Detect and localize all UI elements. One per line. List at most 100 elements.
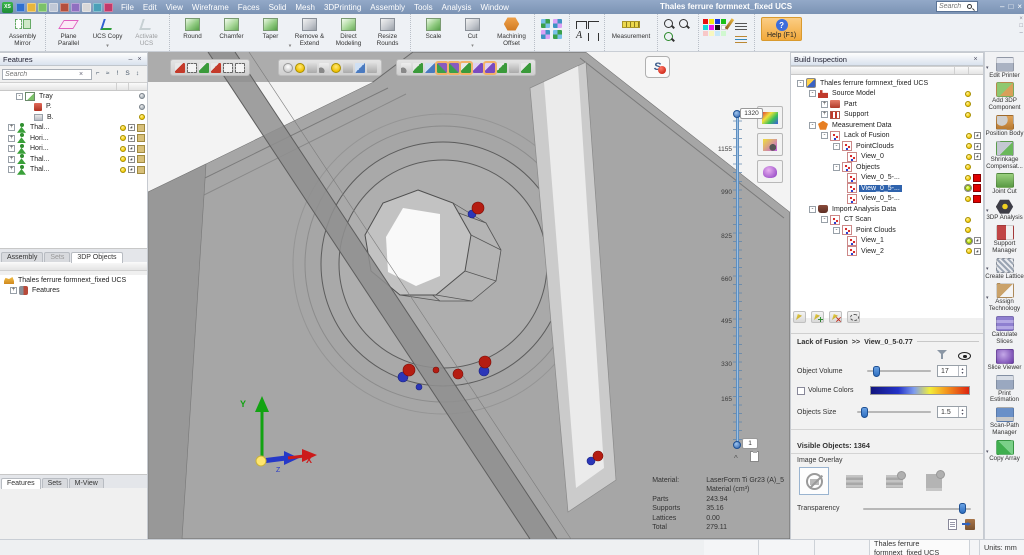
- lock-checkbox-icon[interactable]: [128, 124, 135, 131]
- pattern-icon[interactable]: [541, 19, 550, 28]
- viewport-tool-icon[interactable]: [235, 63, 245, 73]
- viewport-tool-icon[interactable]: [461, 63, 471, 73]
- machining-offset-button[interactable]: Machining Offset ▾: [493, 16, 530, 47]
- paste-icon[interactable]: [93, 3, 102, 12]
- tab-m-view[interactable]: M-View: [69, 478, 104, 488]
- copy-icon[interactable]: [82, 3, 91, 12]
- pattern-mirror-icon[interactable]: [553, 19, 562, 28]
- round-button[interactable]: Round ▾: [174, 16, 211, 40]
- visibility-bulb-icon[interactable]: [120, 146, 126, 152]
- cmd-copy-array[interactable]: ▾Copy Array: [985, 438, 1024, 464]
- new-file-icon[interactable]: [38, 3, 47, 12]
- overlay-slice-button[interactable]: [839, 467, 869, 495]
- light-on-icon[interactable]: [295, 63, 305, 73]
- pattern-circular-icon[interactable]: [553, 30, 562, 39]
- ucs-copy-button[interactable]: UCS Copy ▾: [89, 16, 126, 40]
- transparency-slider[interactable]: [863, 508, 971, 510]
- cmd-3dp-analysis[interactable]: ▾3DP Analysis: [985, 198, 1024, 224]
- viewport-3d-scene[interactable]: Y X Z: [148, 52, 790, 539]
- cmd-print-estimation[interactable]: Print Estimation: [985, 373, 1024, 406]
- visibility-bulb-icon[interactable]: [966, 143, 972, 149]
- ruler-bottom-handle[interactable]: [733, 441, 741, 449]
- menu-3dprinting[interactable]: 3DPrinting: [324, 3, 361, 12]
- visibility-bulb-icon[interactable]: [965, 164, 971, 170]
- tree-item-view-0-5-selected[interactable]: View_0_5-...: [791, 183, 983, 194]
- remove-extend-button[interactable]: Remove & Extend: [291, 16, 328, 47]
- light-off-icon[interactable]: [283, 63, 293, 73]
- viewport-tool-icon[interactable]: [307, 63, 317, 73]
- tree-item-import-analysis[interactable]: - Import Analysis Data: [791, 204, 983, 215]
- tree-item-part[interactable]: + Part: [791, 99, 983, 110]
- chamfer-button[interactable]: Chamfer: [213, 16, 250, 40]
- help-button[interactable]: ? Help (F1): [761, 17, 802, 41]
- menu-view[interactable]: View: [166, 3, 183, 12]
- viewport-tool-icon[interactable]: [437, 63, 447, 73]
- menu-assembly[interactable]: Assembly: [370, 3, 405, 12]
- visibility-bulb-icon[interactable]: [120, 167, 126, 173]
- viewport-tool-icon[interactable]: [413, 63, 423, 73]
- lock-checkbox-icon[interactable]: [128, 156, 135, 163]
- cmd-support-manager[interactable]: Support Manager: [985, 224, 1024, 257]
- visibility-bulb-icon[interactable]: [965, 101, 971, 107]
- visibility-bulb-icon[interactable]: [139, 104, 145, 110]
- folder-icon[interactable]: [137, 124, 145, 132]
- viewport-tool-icon[interactable]: [319, 63, 329, 73]
- tree-item-thal-1[interactable]: + Thal...: [0, 123, 147, 134]
- cut-button[interactable]: Cut: [454, 16, 491, 40]
- print-icon[interactable]: [71, 3, 80, 12]
- cmd-scan-path-manager[interactable]: Scan-Path Manager: [985, 406, 1024, 439]
- viewport-tool-icon[interactable]: [355, 63, 365, 73]
- menu-edit[interactable]: Edit: [143, 3, 157, 12]
- tab-3dp-objects[interactable]: 3DP Objects: [71, 252, 122, 263]
- restore-button[interactable]: □: [1008, 0, 1013, 13]
- viewport-tool-icon[interactable]: [211, 63, 221, 73]
- menu-faces[interactable]: Faces: [238, 3, 260, 12]
- visibility-bulb-icon[interactable]: [966, 154, 972, 160]
- zoom-all-icon[interactable]: [664, 32, 675, 43]
- visibility-bulb-icon[interactable]: [120, 125, 126, 131]
- visibility-bulb-icon[interactable]: [139, 114, 145, 120]
- menu-analysis[interactable]: Analysis: [442, 3, 472, 12]
- tree-item-ct-scan[interactable]: - CT Scan: [791, 215, 983, 226]
- visibility-bulb-icon[interactable]: [965, 185, 971, 191]
- tree-item-root-ucs[interactable]: Thales ferrure formnext_fixed UCS: [0, 275, 147, 286]
- folder-icon[interactable]: [137, 145, 145, 153]
- scale-button[interactable]: Scale: [415, 16, 452, 40]
- viewport-tool-icon[interactable]: [331, 63, 341, 73]
- tree-item-objects[interactable]: - Objects: [791, 162, 983, 173]
- features-search-input[interactable]: [5, 71, 79, 78]
- viewport-tool-icon[interactable]: [521, 63, 531, 73]
- viewport-tool-icon[interactable]: [497, 63, 507, 73]
- overlay-layer-camera-button[interactable]: [919, 467, 949, 495]
- tree-item-features[interactable]: + Features: [0, 286, 147, 297]
- direct-modeling-button[interactable]: Direct Modeling: [330, 16, 367, 47]
- undo-icon[interactable]: [49, 3, 58, 12]
- line-color-icon[interactable]: [735, 34, 747, 43]
- tab-sets[interactable]: Sets: [44, 252, 70, 262]
- tree-item-lack-of-fusion[interactable]: - Lack of Fusion: [791, 131, 983, 142]
- filter-branch-icon[interactable]: ⌐: [93, 69, 102, 79]
- cmd-edit-printer[interactable]: ▾Edit Printer: [985, 55, 1024, 81]
- menu-tools[interactable]: Tools: [414, 3, 433, 12]
- visibility-bulb-icon[interactable]: [120, 135, 126, 141]
- lock-checkbox-icon[interactable]: [128, 145, 135, 152]
- color-palette-icon[interactable]: [703, 19, 726, 36]
- tree-item-support[interactable]: + Support: [791, 110, 983, 121]
- visibility-bulb-icon[interactable]: [965, 112, 971, 118]
- viewport-tool-icon[interactable]: [509, 63, 519, 73]
- viewport-3d[interactable]: Y X Z: [148, 52, 790, 539]
- menu-window[interactable]: Window: [480, 3, 508, 12]
- inspect-view-button[interactable]: [757, 133, 783, 156]
- volume-colors-checkbox[interactable]: [797, 387, 805, 395]
- visibility-bulb-icon[interactable]: [966, 248, 972, 254]
- angle-dimension-icon[interactable]: [588, 21, 599, 29]
- visibility-eye-icon[interactable]: [958, 352, 971, 360]
- zoom-window-icon[interactable]: [664, 19, 675, 30]
- visibility-bulb-icon[interactable]: [139, 93, 145, 99]
- title-search-input[interactable]: [939, 3, 967, 10]
- dimension-icon[interactable]: [576, 21, 587, 29]
- cmd-slice-viewer[interactable]: Slice Viewer: [985, 347, 1024, 373]
- report-icon[interactable]: [948, 519, 957, 530]
- filter-wave-icon[interactable]: ≈: [103, 69, 112, 79]
- cmd-create-lattice[interactable]: ▾Create Lattice: [985, 256, 1024, 282]
